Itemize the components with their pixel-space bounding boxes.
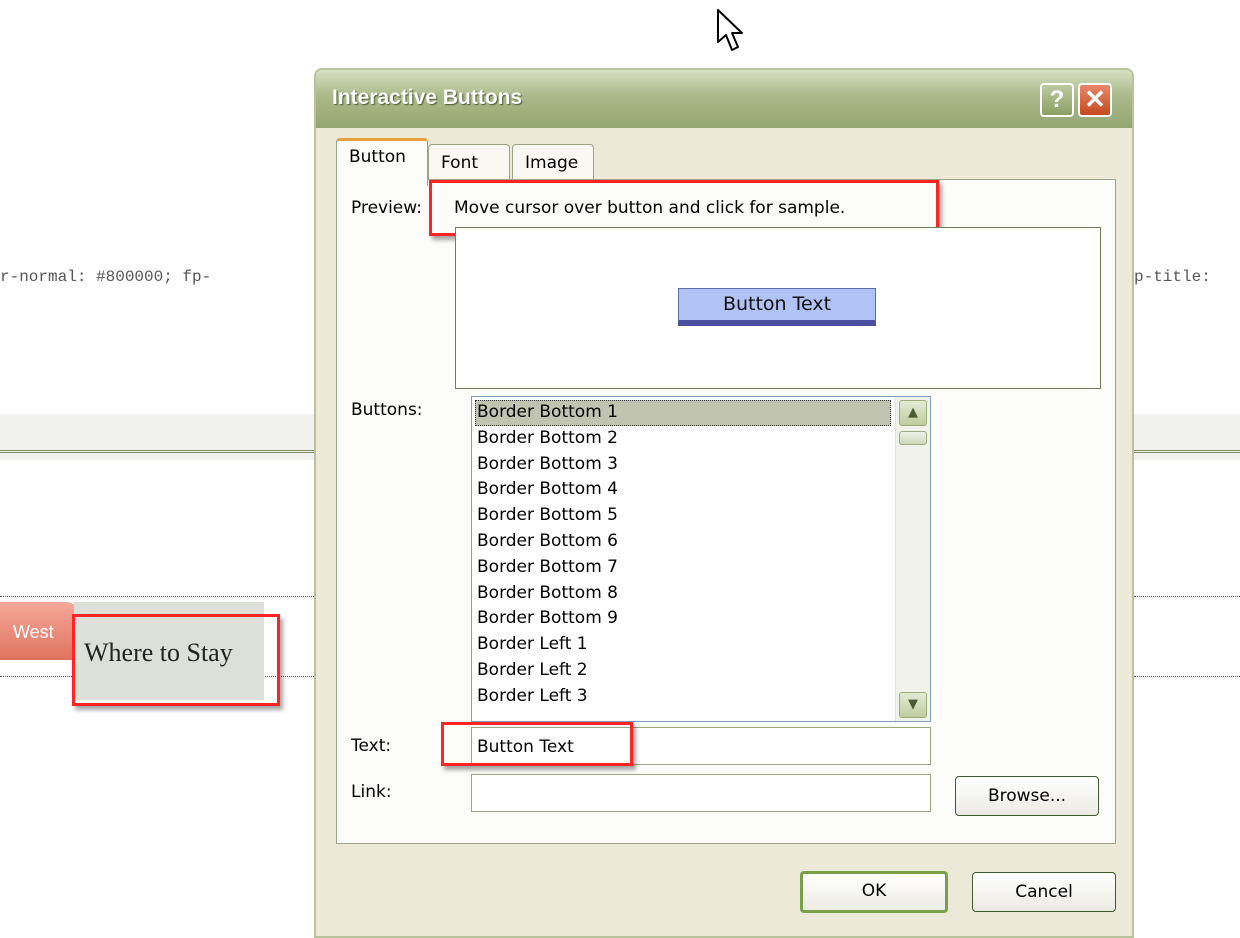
button-tab-panel: Preview: Move cursor over button and cli…: [336, 179, 1116, 844]
browse-button[interactable]: Browse...: [955, 776, 1099, 816]
background-divider: [1134, 450, 1240, 453]
dialog-title: Interactive Buttons: [332, 86, 523, 109]
list-item[interactable]: Border Bottom 2: [472, 426, 894, 452]
ok-button[interactable]: OK: [800, 871, 948, 913]
nav-item-where-to-stay[interactable]: Where to Stay: [74, 602, 264, 700]
title-bar[interactable]: Interactive Buttons ? ✕: [316, 70, 1132, 128]
list-scrollbar[interactable]: ▲ ▼: [895, 397, 930, 721]
help-button[interactable]: ?: [1040, 83, 1074, 117]
tab-button[interactable]: Button: [336, 138, 428, 186]
mouse-pointer-icon: [717, 9, 743, 51]
background-divider: [0, 450, 314, 453]
background-css-text-right: p-title:: [1134, 268, 1211, 286]
list-item[interactable]: Border Bottom 4: [472, 477, 894, 503]
list-item[interactable]: Border Bottom 9: [472, 606, 894, 632]
scroll-down-icon[interactable]: ▼: [899, 692, 927, 718]
background-css-text-left: r-normal: #800000; fp-: [0, 268, 212, 286]
background-dotted-line: [1134, 596, 1240, 597]
button-text-input[interactable]: Button Text: [471, 727, 931, 765]
list-item[interactable]: Border Bottom 5: [472, 503, 894, 529]
buttons-label: Buttons:: [351, 400, 423, 420]
list-item[interactable]: Border Bottom 8: [472, 581, 894, 607]
preview-hint: Move cursor over button and click for sa…: [454, 198, 846, 218]
background-band: [1134, 414, 1240, 460]
list-item[interactable]: Border Bottom 7: [472, 555, 894, 581]
buttons-listbox[interactable]: Border Bottom 1 Border Bottom 2 Border B…: [471, 396, 931, 722]
list-item[interactable]: Border Left 3: [472, 684, 894, 710]
close-button[interactable]: ✕: [1078, 83, 1112, 117]
link-label: Link:: [351, 782, 392, 802]
background-band: [0, 414, 314, 460]
scrollbar-thumb[interactable]: [899, 431, 927, 445]
interactive-buttons-dialog: Interactive Buttons ? ✕ Button Font Imag…: [314, 68, 1134, 938]
list-item[interactable]: Border Bottom 3: [472, 452, 894, 478]
list-item[interactable]: Border Left 2: [472, 658, 894, 684]
background-dotted-line: [1134, 676, 1240, 677]
scroll-up-icon[interactable]: ▲: [899, 400, 927, 426]
background-dotted-line: [0, 596, 314, 597]
text-label: Text:: [351, 736, 392, 756]
list-item[interactable]: Border Bottom 6: [472, 529, 894, 555]
preview-label: Preview:: [351, 198, 422, 218]
list-item[interactable]: Border Bottom 1: [475, 400, 891, 426]
preview-area: Button Text: [455, 227, 1101, 389]
sample-button[interactable]: Button Text: [678, 288, 876, 326]
link-input[interactable]: [471, 774, 931, 812]
list-item[interactable]: Border Left 1: [472, 632, 894, 658]
cancel-button[interactable]: Cancel: [972, 872, 1116, 912]
nav-tab-west[interactable]: West: [0, 602, 80, 660]
